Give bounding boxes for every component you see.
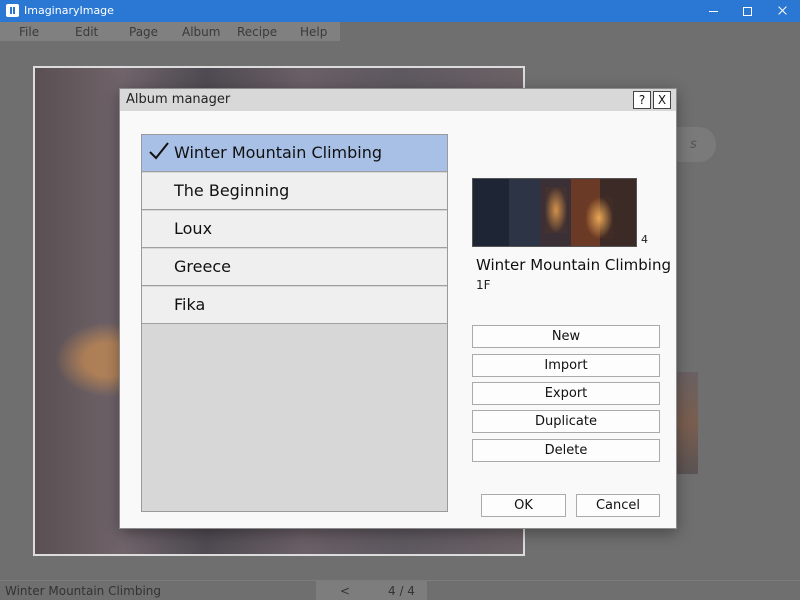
menu-page[interactable]: Page	[129, 25, 158, 39]
album-item-label: The Beginning	[174, 181, 290, 200]
album-list: Winter Mountain Climbing The Beginning L…	[141, 134, 448, 512]
menu-recipe[interactable]: Recipe	[237, 25, 277, 39]
album-thumbnail	[472, 178, 637, 247]
album-item-winter-mountain-climbing[interactable]: Winter Mountain Climbing	[142, 135, 447, 172]
album-item-label: Greece	[174, 257, 231, 276]
minimize-button[interactable]	[695, 0, 731, 22]
status-album-name: Winter Mountain Climbing	[5, 584, 162, 598]
menu-help[interactable]: Help	[300, 25, 327, 39]
album-item-fika[interactable]: Fika	[142, 287, 447, 324]
page-navigator: < 4 / 4	[316, 581, 427, 600]
background-control: s	[676, 127, 716, 162]
import-album-button[interactable]: Import	[472, 354, 660, 377]
window-title: ImaginaryImage	[24, 4, 114, 17]
new-album-button[interactable]: New	[472, 325, 660, 348]
previous-page-button[interactable]: <	[340, 584, 350, 598]
page-image-edge	[676, 372, 698, 474]
album-manager-dialog: Album manager ? X Winter Mountain Climbi…	[119, 88, 677, 529]
album-item-label: Fika	[174, 295, 206, 314]
window-titlebar: ImaginaryImage	[0, 0, 800, 22]
duplicate-album-button[interactable]: Duplicate	[472, 410, 660, 433]
menu-bar: File Edit Page Album Recipe Help	[0, 22, 340, 41]
menu-album[interactable]: Album	[182, 25, 220, 39]
maximize-button[interactable]	[730, 0, 766, 22]
album-item-the-beginning[interactable]: The Beginning	[142, 173, 447, 210]
dialog-close-button[interactable]: X	[653, 91, 671, 109]
app-icon	[6, 4, 19, 17]
dialog-title: Album manager	[126, 92, 231, 107]
album-item-label: Winter Mountain Climbing	[174, 143, 383, 162]
album-item-loux[interactable]: Loux	[142, 211, 447, 248]
status-bar: Winter Mountain Climbing < 4 / 4	[0, 580, 800, 600]
selected-album-detail: 1F	[476, 278, 491, 292]
cancel-button[interactable]: Cancel	[576, 494, 660, 517]
ok-button[interactable]: OK	[481, 494, 566, 517]
export-album-button[interactable]: Export	[472, 382, 660, 405]
album-item-label: Loux	[174, 219, 213, 238]
help-button[interactable]: ?	[633, 91, 651, 109]
dialog-titlebar: Album manager ? X	[120, 89, 676, 111]
album-item-greece[interactable]: Greece	[142, 249, 447, 286]
thumbnail-page-count: 4	[641, 233, 648, 246]
window-close-button[interactable]	[765, 0, 800, 22]
selected-album-name: Winter Mountain Climbing	[476, 256, 672, 274]
menu-file[interactable]: File	[19, 25, 39, 39]
delete-album-button[interactable]: Delete	[472, 439, 660, 462]
checkmark-icon	[149, 142, 169, 160]
menu-edit[interactable]: Edit	[75, 25, 98, 39]
page-counter: 4 / 4	[388, 584, 415, 598]
